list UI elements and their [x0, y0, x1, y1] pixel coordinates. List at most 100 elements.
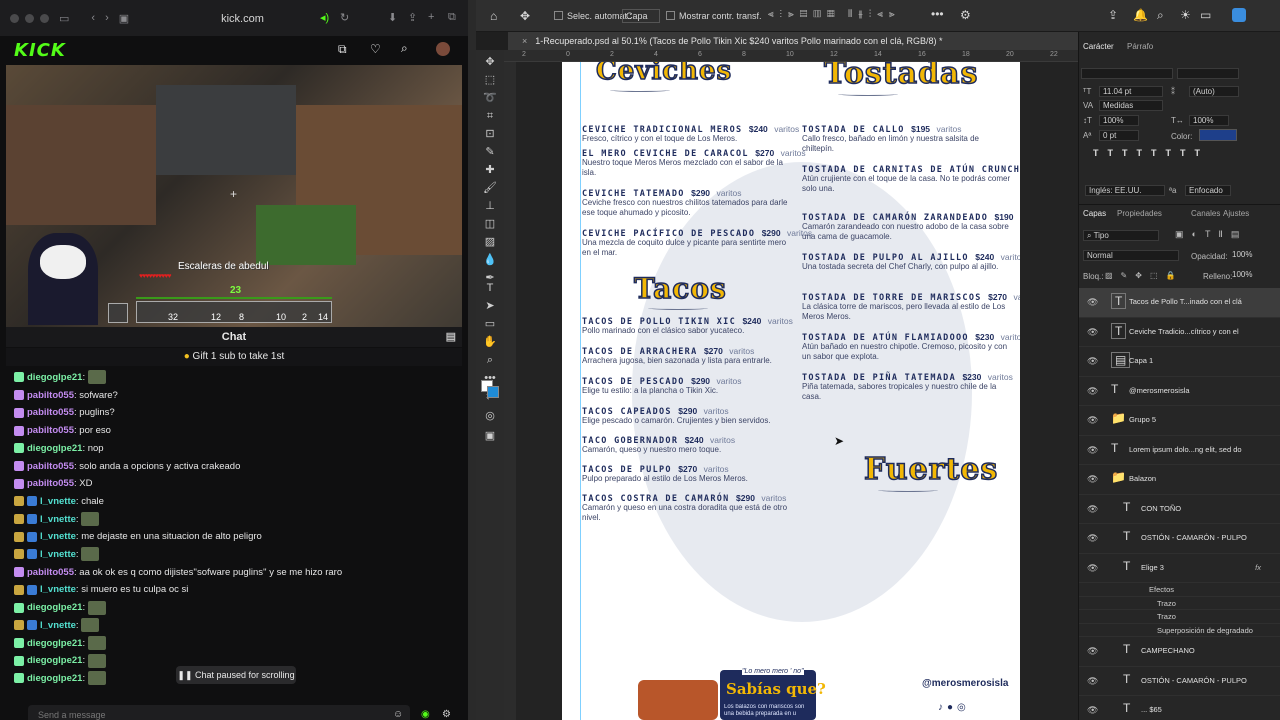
emoji-icon[interactable]: ☺ — [393, 709, 403, 720]
visibility-eye-icon[interactable]: 👁 — [1087, 676, 1098, 687]
crop-tool-icon[interactable]: ⌗ — [482, 108, 498, 124]
chat-message[interactable]: diegoglpe21: nop — [14, 441, 104, 457]
chat-username[interactable]: l_vnette — [40, 514, 76, 525]
chat-username[interactable]: l_vnette — [40, 496, 76, 507]
layer-kind-filter[interactable]: ⌕ Tipo — [1083, 230, 1159, 241]
chat-message[interactable]: pabilto055: por eso — [14, 423, 111, 439]
back-icon[interactable]: ‹ — [91, 12, 95, 24]
kick-points-icon[interactable]: ◉ — [421, 709, 430, 720]
chat-message[interactable]: pabilto055: sofware? — [14, 388, 118, 404]
move-tool-icon[interactable]: ✥ — [482, 54, 498, 70]
close-tab-icon[interactable]: × — [522, 36, 527, 46]
zoom-window-dot[interactable] — [40, 13, 49, 23]
chat-message[interactable]: diegoglpe21: — [14, 653, 106, 669]
visibility-eye-icon[interactable]: 👁 — [1087, 504, 1098, 515]
tabs-icon[interactable]: ⧉ — [448, 11, 456, 24]
gradient-tool-icon[interactable]: ▨ — [482, 234, 498, 250]
distribute-icons[interactable]: ⫴⫵⫶⫷⫸ — [848, 9, 901, 20]
text-style-buttons[interactable]: TTTTTTTT — [1093, 148, 1209, 158]
eraser-tool-icon[interactable]: ◫ — [482, 216, 498, 232]
layer-row[interactable]: 👁 T OSTIÓN - CAMARÓN - PULPO — [1079, 524, 1280, 554]
horizontal-scale-field[interactable]: 100% — [1189, 115, 1229, 126]
font-style-dropdown[interactable] — [1177, 68, 1239, 79]
lasso-tool-icon[interactable]: ➰ — [482, 90, 498, 106]
tab-properties[interactable]: Propiedades — [1117, 209, 1162, 218]
chat-message[interactable]: diegoglpe21: — [14, 370, 106, 386]
layer-row[interactable]: 👁 T @merosmerosisla — [1079, 377, 1280, 406]
visibility-eye-icon[interactable]: 👁 — [1087, 327, 1098, 338]
marquee-tool-icon[interactable]: ⬚ — [482, 72, 498, 88]
visibility-eye-icon[interactable]: 👁 — [1087, 297, 1098, 308]
layers-list[interactable]: 👁 T Tacos de Pollo T...inado con el clá 👁 T C… — [1079, 288, 1280, 720]
visibility-eye-icon[interactable]: 👁 — [1087, 386, 1098, 397]
path-select-icon[interactable]: ➤ — [482, 298, 498, 314]
chat-username[interactable]: l_vnette — [40, 584, 76, 595]
antialias-dropdown[interactable]: Enfocado — [1185, 185, 1231, 196]
eyedropper-tool-icon[interactable]: ✎ — [482, 144, 498, 160]
layer-row[interactable]: 👁 ▤ Capa 1 — [1079, 347, 1280, 377]
window-divider[interactable] — [468, 0, 476, 720]
clips-icon[interactable]: ⧉ — [338, 42, 347, 57]
visibility-eye-icon[interactable]: 👁 — [1087, 356, 1098, 367]
chat-message[interactable]: pabilto055: XD — [14, 476, 92, 492]
layer-row[interactable]: 👁 T Elige 3 fx — [1079, 554, 1280, 583]
visibility-eye-icon[interactable]: 👁 — [1087, 533, 1098, 544]
search-icon[interactable]: ⌕ — [1157, 8, 1164, 23]
sidebar-icon[interactable]: ▭ — [59, 12, 69, 25]
layer-row[interactable]: Efectos — [1079, 583, 1280, 597]
chat-username[interactable]: pabilto055 — [27, 407, 74, 418]
home-icon[interactable]: ⌂ — [490, 9, 497, 23]
select-subject-icon[interactable]: ⊡ — [482, 126, 498, 142]
download-icon[interactable]: ⬇ — [388, 11, 397, 24]
share-icon[interactable]: ⇪ — [408, 11, 417, 24]
zoom-tool-icon[interactable]: ⌕ — [482, 352, 498, 368]
chat-username[interactable]: pabilto055 — [27, 461, 74, 472]
speaker-icon[interactable]: ◂) — [320, 11, 329, 24]
layer-row[interactable]: 👁 T CAMPECHANO — [1079, 637, 1280, 667]
visibility-eye-icon[interactable]: 👁 — [1087, 415, 1098, 426]
vertical-scale-field[interactable]: 100% — [1099, 115, 1139, 126]
chat-settings-icon[interactable]: ▤ — [446, 327, 456, 347]
chat-username[interactable]: pabilto055 — [27, 567, 74, 578]
hand-tool-icon[interactable]: ✋ — [482, 334, 498, 350]
layer-row[interactable]: 👁 T ... $65 — [1079, 696, 1280, 720]
visibility-eye-icon[interactable]: 👁 — [1087, 646, 1098, 657]
chat-username[interactable]: pabilto055 — [27, 390, 74, 401]
chat-message[interactable]: l_vnette: chale — [14, 494, 104, 510]
tab-adjustments[interactable]: Ajustes — [1223, 209, 1249, 218]
layer-row[interactable]: 👁 T Lorem ipsum dolo...ng elit, sed do — [1079, 436, 1280, 465]
font-family-dropdown[interactable] — [1081, 68, 1173, 79]
fx-icon[interactable]: fx — [1255, 563, 1261, 572]
bell-icon[interactable]: 🔔 — [1133, 8, 1148, 22]
gear-icon[interactable]: ⚙ — [442, 709, 451, 720]
quick-mask-icon[interactable]: ◎ — [482, 408, 498, 424]
layer-row[interactable]: 👁 📁 Balazon — [1079, 465, 1280, 495]
screen-mode-icon[interactable]: ▣ — [482, 428, 498, 444]
share-icon[interactable]: ⇪ — [1108, 8, 1118, 22]
reload-icon[interactable]: ↻ — [340, 11, 349, 24]
chat-username[interactable]: diegoglpe21 — [27, 638, 82, 649]
tab-overview-icon[interactable]: ▣ — [119, 12, 129, 25]
layer-row[interactable]: 👁 T Tacos de Pollo T...inado con el clá — [1079, 288, 1280, 318]
chat-username[interactable]: diegoglpe21 — [27, 602, 82, 613]
chat-messages[interactable]: diegoglpe21: pabilto055: sofware? pabilto… — [6, 370, 462, 695]
auto-select-checkbox[interactable] — [554, 11, 563, 20]
layer-row[interactable]: 👁 📁 Grupo 5 — [1079, 406, 1280, 436]
chat-username[interactable]: pabilto055 — [27, 425, 74, 436]
tab-character[interactable]: Carácter — [1083, 42, 1114, 51]
baseline-field[interactable]: 0 pt — [1099, 130, 1139, 141]
layer-row[interactable]: Trazo — [1079, 610, 1280, 624]
kick-logo[interactable]: KICK — [14, 40, 66, 61]
gear-icon[interactable]: ⚙ — [960, 8, 971, 22]
chat-message[interactable]: diegoglpe21: — [14, 671, 106, 687]
layer-row[interactable]: Trazo — [1079, 597, 1280, 610]
minimize-window-dot[interactable] — [25, 13, 34, 23]
move-tool-icon[interactable]: ✥ — [520, 9, 530, 23]
heart-icon[interactable]: ♡ — [370, 42, 381, 56]
lock-icons[interactable]: ▨✎✥⬚🔒 — [1105, 271, 1183, 280]
chat-username[interactable]: l_vnette — [40, 549, 76, 560]
tab-paragraph[interactable]: Párrafo — [1127, 42, 1153, 51]
chat-message[interactable]: pabilto055: puglins? — [14, 405, 115, 421]
opacity-field[interactable]: 100% — [1229, 250, 1257, 261]
tab-channels[interactable]: Canales — [1191, 209, 1220, 218]
